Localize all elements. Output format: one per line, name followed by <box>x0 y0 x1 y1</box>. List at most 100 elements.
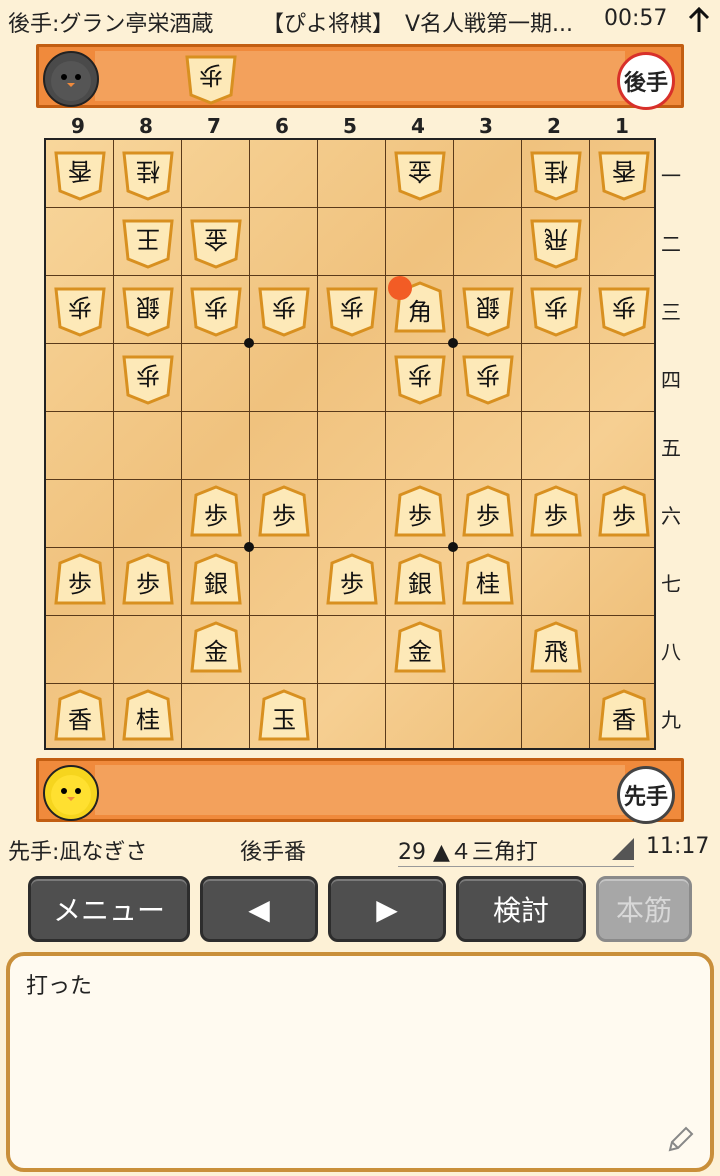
sente-piece-tray: 先手 <box>36 758 684 824</box>
mainline-button[interactable]: 本筋 <box>596 876 692 942</box>
top-bar: 後手:グラン亭栄酒蔵 【ぴよ将棋】 V名人戦第一期... 00:57 <box>0 0 720 40</box>
row-label: 四 <box>661 368 681 392</box>
sente-piece[interactable]: 歩 <box>190 485 242 541</box>
menu-button[interactable]: メニュー <box>28 876 190 942</box>
grid-line <box>385 140 386 748</box>
sente-player-name: 先手:凪なぎさ <box>8 840 148 865</box>
grid-line <box>453 140 454 748</box>
sente-piece[interactable]: 歩 <box>394 485 446 541</box>
grid-line <box>181 140 182 748</box>
gote-piece[interactable]: 王 <box>122 213 174 269</box>
sente-piece[interactable]: 香 <box>598 689 650 745</box>
grid-line <box>113 140 114 748</box>
analyze-button[interactable]: 検討 <box>456 876 586 942</box>
grid-line <box>521 140 522 748</box>
sente-piece[interactable]: 桂 <box>462 553 514 609</box>
gote-piece[interactable]: 歩 <box>190 281 242 337</box>
row-label: 一 <box>661 164 681 188</box>
sente-piece[interactable]: 歩 <box>54 553 106 609</box>
sente-piece[interactable]: 銀 <box>190 553 242 609</box>
grid-line <box>46 275 654 276</box>
gote-piece[interactable]: 金 <box>190 213 242 269</box>
star-point <box>244 338 254 348</box>
sente-piece[interactable]: 歩 <box>462 485 514 541</box>
sente-avatar <box>43 765 99 821</box>
turn-indicator: 後手番 <box>240 840 307 865</box>
shogi-board[interactable]: 香桂金桂香王金飛歩銀歩歩歩角銀歩歩歩歩歩歩歩歩歩歩歩歩歩銀歩銀桂金金飛香桂玉香 <box>44 138 656 750</box>
gote-piece[interactable]: 飛 <box>530 213 582 269</box>
sente-piece[interactable]: 飛 <box>530 621 582 677</box>
sente-piece[interactable]: 歩 <box>258 485 310 541</box>
star-point <box>244 542 254 552</box>
gote-piece[interactable]: 香 <box>598 145 650 201</box>
sente-piece[interactable]: 金 <box>190 621 242 677</box>
row-label: 五 <box>661 436 681 460</box>
gote-piece[interactable]: 金 <box>394 145 446 201</box>
column-label: 1 <box>615 114 629 138</box>
gote-avatar <box>43 51 99 107</box>
column-label: 8 <box>139 114 153 138</box>
gote-piece[interactable]: 銀 <box>462 281 514 337</box>
column-label: 6 <box>275 114 289 138</box>
comment-box[interactable]: 打った <box>6 952 714 1172</box>
grid-line <box>46 615 654 616</box>
gote-piece[interactable]: 歩 <box>258 281 310 337</box>
row-label: 六 <box>661 504 681 528</box>
column-label: 3 <box>479 114 493 138</box>
gote-piece[interactable]: 歩 <box>394 349 446 405</box>
gote-piece[interactable]: 歩 <box>462 349 514 405</box>
gote-piece[interactable]: 歩 <box>326 281 378 337</box>
gote-piece[interactable]: 歩 <box>54 281 106 337</box>
row-label: 九 <box>661 708 681 732</box>
grid-line <box>46 683 654 684</box>
sente-piece[interactable]: 歩 <box>326 553 378 609</box>
move-selector[interactable]: 29 ▲４三角打 <box>398 834 634 867</box>
gote-player-name: 後手:グラン亭栄酒蔵 <box>8 12 214 37</box>
star-point <box>448 542 458 552</box>
sente-badge: 先手 <box>617 766 675 824</box>
next-button[interactable]: ▶ <box>328 876 446 942</box>
column-label: 9 <box>71 114 85 138</box>
pencil-icon[interactable] <box>664 1124 696 1156</box>
gote-piece-tray: 歩 後手 <box>36 44 684 110</box>
sente-piece[interactable]: 桂 <box>122 689 174 745</box>
gote-piece[interactable]: 歩 <box>530 281 582 337</box>
row-label: 八 <box>661 640 681 664</box>
sente-piece[interactable]: 玉 <box>258 689 310 745</box>
gote-badge: 後手 <box>617 52 675 110</box>
grid-line <box>46 411 654 412</box>
sente-piece[interactable]: 香 <box>54 689 106 745</box>
last-move-marker <box>388 276 412 300</box>
gote-piece[interactable]: 香 <box>54 145 106 201</box>
sente-piece[interactable]: 歩 <box>122 553 174 609</box>
gote-piece[interactable]: 歩 <box>598 281 650 337</box>
star-point <box>448 338 458 348</box>
column-label: 5 <box>343 114 357 138</box>
grid-line <box>46 547 654 548</box>
sente-piece[interactable]: 金 <box>394 621 446 677</box>
gote-piece[interactable]: 歩 <box>122 349 174 405</box>
column-label: 7 <box>207 114 221 138</box>
grid-line <box>589 140 590 748</box>
row-label: 七 <box>661 572 681 596</box>
gote-piece[interactable]: 桂 <box>530 145 582 201</box>
sente-piece[interactable]: 銀 <box>394 553 446 609</box>
gote-piece[interactable]: 桂 <box>122 145 174 201</box>
event-title: 【ぴよ将棋】 V名人戦第一期... <box>262 12 574 37</box>
row-label: 二 <box>661 232 681 256</box>
dropdown-corner-icon[interactable] <box>612 838 634 860</box>
column-label: 2 <box>547 114 561 138</box>
sente-piece[interactable]: 歩 <box>530 485 582 541</box>
grid-line <box>46 207 654 208</box>
gote-time: 00:57 <box>604 6 668 31</box>
prev-button[interactable]: ◀ <box>200 876 318 942</box>
gote-piece[interactable]: 銀 <box>122 281 174 337</box>
gote-hand-piece[interactable]: 歩 <box>185 49 237 105</box>
comment-text: 打った <box>26 974 93 999</box>
grid-line <box>317 140 318 748</box>
grid-line <box>249 140 250 748</box>
sente-piece[interactable]: 歩 <box>598 485 650 541</box>
sente-time: 11:17 <box>646 834 710 859</box>
up-arrow-icon[interactable] <box>686 6 712 34</box>
grid-line <box>46 343 654 344</box>
